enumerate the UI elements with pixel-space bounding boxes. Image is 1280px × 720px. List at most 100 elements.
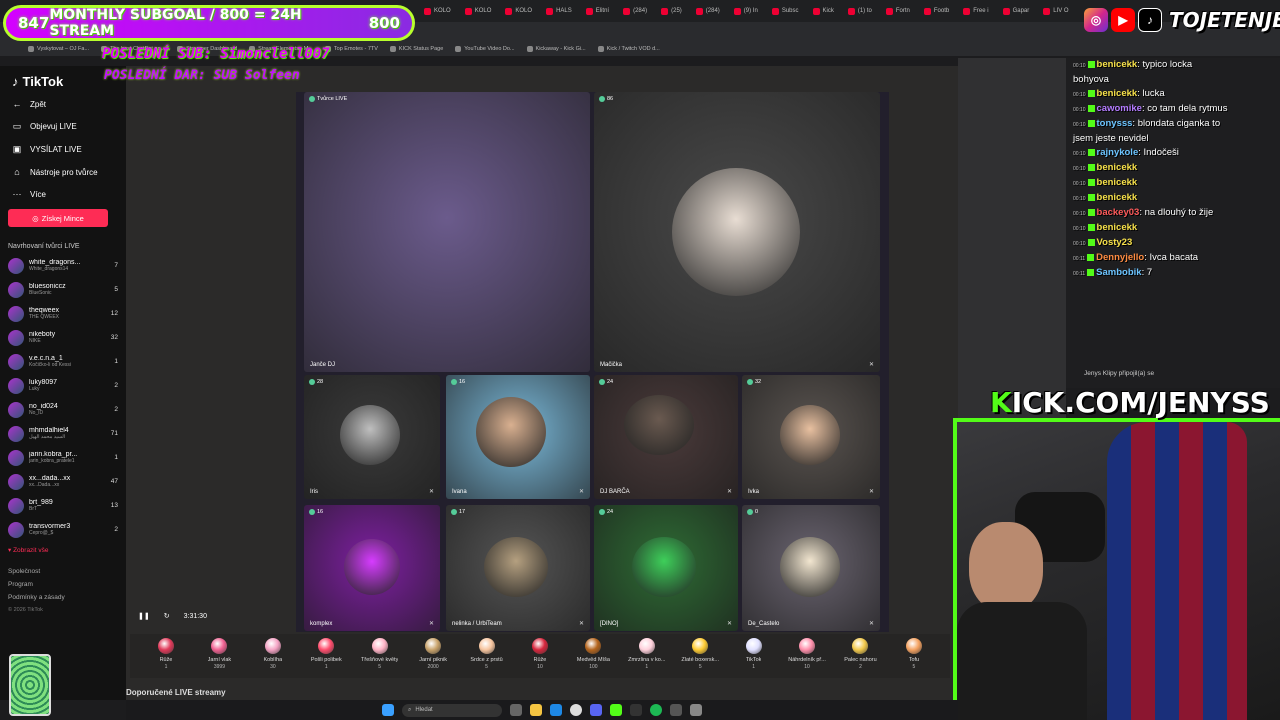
chat-username[interactable]: backey03	[1097, 207, 1140, 218]
chat-username[interactable]: benicekk	[1097, 88, 1138, 99]
gift-item[interactable]: Tofu 5	[888, 636, 940, 670]
guest-tile[interactable]: 17 nelinka / UrbiTeam ✕	[446, 505, 590, 631]
show-all-link[interactable]: ▾ Zobrazit vše	[8, 546, 118, 554]
suggested-creator[interactable]: bluesoniccz BlueSonic 5	[8, 281, 118, 298]
app-icon[interactable]	[670, 704, 682, 716]
tiktok-logo[interactable]: ♪ TikTok	[12, 74, 118, 89]
footer-link[interactable]: Podmínky a zásady	[8, 594, 118, 601]
task-view-icon[interactable]	[510, 704, 522, 716]
guest-tile[interactable]: 86 Mačička ✕	[594, 92, 880, 372]
bookmark-item[interactable]: Kick / Twitch VOD d...	[597, 46, 660, 52]
browser-tab[interactable]: KOLO	[459, 2, 498, 20]
chat-username[interactable]: cawomike	[1097, 103, 1142, 114]
taskbar-search[interactable]: ⌕ Hledat	[402, 703, 502, 717]
browser-tab[interactable]: Elitní	[580, 2, 615, 20]
suggested-creator[interactable]: brt_989 BrT 13	[8, 497, 118, 514]
suggested-creator[interactable]: transvormer3 Cepro@_$ 2	[8, 521, 118, 538]
guest-tile[interactable]: Tvůrce LIVE Janče DJ	[304, 92, 590, 372]
bookmark-item[interactable]: KICK Status Page	[389, 46, 443, 52]
guest-tile[interactable]: 28 Iris ✕	[304, 375, 440, 499]
gift-item[interactable]: Růže 1	[140, 636, 192, 670]
sidebar-nav-item[interactable]: ▣ VYSÍLAT LIVE	[8, 144, 118, 155]
discord-icon[interactable]	[590, 704, 602, 716]
suggested-creator[interactable]: v.e.c.n.a_1 Kočičko-li od Kessi 1	[8, 353, 118, 370]
bookmark-item[interactable]: Top Emotes - 7TV	[324, 46, 378, 52]
browser-tab[interactable]: (284)	[617, 2, 653, 20]
gift-item[interactable]: Jarní piknik 2000	[407, 636, 459, 670]
sidebar-nav-item[interactable]: ⌂ Nástroje pro tvůrce	[8, 167, 118, 177]
suggested-creator[interactable]: white_dragons... White_dragons14 7	[8, 257, 118, 274]
chat-username[interactable]: benicekk	[1097, 177, 1138, 188]
gift-item[interactable]: Koblíha 30	[247, 636, 299, 670]
gift-item[interactable]: TikTok 1	[728, 636, 780, 670]
chat-username[interactable]: benicekk	[1097, 222, 1138, 233]
gift-item[interactable]: Třešňové květy 5	[354, 636, 406, 670]
footer-link[interactable]: Společnost	[8, 568, 118, 575]
browser-tab[interactable]: Kick	[807, 2, 840, 20]
gift-item[interactable]: Medvěd Míša 100	[567, 636, 619, 670]
browser-tab[interactable]: Footb	[918, 2, 955, 20]
gift-item[interactable]: Jarní vlak 3999	[193, 636, 245, 670]
browser-tab[interactable]: HALS	[540, 2, 578, 20]
browser-tab[interactable]: KOLO	[418, 2, 457, 20]
gift-item[interactable]: Palec nahoru 2	[834, 636, 886, 670]
browser-tab[interactable]: KOLO	[499, 2, 538, 20]
suggested-creator[interactable]: mhmdalhiel4 السيد محمد الهيل 71	[8, 425, 118, 442]
pause-icon[interactable]: ❚❚	[138, 612, 150, 620]
gift-item[interactable]: Zmrzlina v ko... 1	[621, 636, 673, 670]
get-coins-button[interactable]: ◎ Získej Mince	[8, 209, 108, 227]
bookmark-item[interactable]: YouTube Video Do...	[455, 46, 515, 52]
gift-item[interactable]: Pošli polibek 1	[300, 636, 352, 670]
edge-icon[interactable]	[550, 704, 562, 716]
obs-icon[interactable]	[630, 704, 642, 716]
browser-tab[interactable]: (1) to	[842, 2, 878, 20]
chat-username[interactable]: tonysss	[1097, 118, 1133, 129]
windows-start-icon[interactable]	[382, 704, 394, 716]
browser-tab[interactable]: (284)	[690, 2, 726, 20]
browser-tab[interactable]: Subsc	[766, 2, 805, 20]
sidebar-nav-item[interactable]: ▭ Objevuj LIVE	[8, 121, 118, 132]
suggested-creator[interactable]: luky8097 Luky 2	[8, 377, 118, 394]
guest-tile[interactable]: 0 De_Castelo ✕	[742, 505, 880, 631]
chat-username[interactable]: benicekk	[1097, 192, 1138, 203]
sidebar-nav-item[interactable]: ··· Více	[8, 189, 118, 199]
suggested-creator[interactable]: nikeboty NIKE 32	[8, 329, 118, 346]
guest-tile[interactable]: 24 DJ BARČA ✕	[594, 375, 738, 499]
suggested-creator[interactable]: jarin.kobra_pr... jarin_kobra_pratele1 1	[8, 449, 118, 466]
settings-icon[interactable]	[690, 704, 702, 716]
tab-favicon-icon	[623, 7, 631, 15]
gift-item[interactable]: Růže 10	[514, 636, 566, 670]
browser-tab[interactable]: Free i	[957, 2, 994, 20]
gift-item[interactable]: Náhrdelník př... 10	[781, 636, 833, 670]
bookmark-item[interactable]: Kickaway - Kick Gi...	[526, 46, 586, 52]
file-explorer-icon[interactable]	[530, 704, 542, 716]
chat-username[interactable]: rajnykole	[1097, 147, 1139, 158]
chat-username[interactable]: Sambobik	[1096, 267, 1141, 278]
guest-tile[interactable]: 32 Ivka ✕	[742, 375, 880, 499]
browser-tab[interactable]: (9) In	[728, 2, 764, 20]
browser-tab[interactable]: LIV O	[1037, 2, 1074, 20]
bookmark-item[interactable]: Vyskytovat – OJ Fa...	[28, 46, 89, 52]
sidebar-nav-item[interactable]: ← Zpět	[8, 99, 118, 109]
suggested-creator[interactable]: no_id024 No_ID 2	[8, 401, 118, 418]
guest-tile[interactable]: 24 [DINO] ✕	[594, 505, 738, 631]
chat-username[interactable]: benicekk	[1097, 162, 1138, 173]
kick-app-icon[interactable]	[610, 704, 622, 716]
gift-item[interactable]: Srdce z prstů 5	[461, 636, 513, 670]
browser-tab[interactable]: Gapar	[997, 2, 1036, 20]
gift-item[interactable]: Zlaté boxersk... 5	[674, 636, 726, 670]
spotify-icon[interactable]	[650, 704, 662, 716]
footer-link[interactable]: Program	[8, 581, 118, 588]
chat-username[interactable]: Dennyjello	[1096, 252, 1144, 263]
suggested-creator[interactable]: xx...dada...xx xx...Dada...xx 47	[8, 473, 118, 490]
chrome-icon[interactable]	[570, 704, 582, 716]
suggested-creator[interactable]: theqweex THE QWEEX 12	[8, 305, 118, 322]
guest-tile[interactable]: 16 komplex ✕	[304, 505, 440, 631]
chat-username[interactable]: Vosty23	[1097, 237, 1133, 248]
browser-tab[interactable]: Fortn	[880, 2, 916, 20]
browser-tab[interactable]: (25)	[655, 2, 688, 20]
refresh-icon[interactable]: ↻	[164, 612, 170, 620]
guest-tile[interactable]: 16 Ivana ✕	[446, 375, 590, 499]
chat-username[interactable]: benicekk	[1097, 59, 1138, 70]
chat-message: 00:10 Vosty23	[1066, 236, 1280, 251]
